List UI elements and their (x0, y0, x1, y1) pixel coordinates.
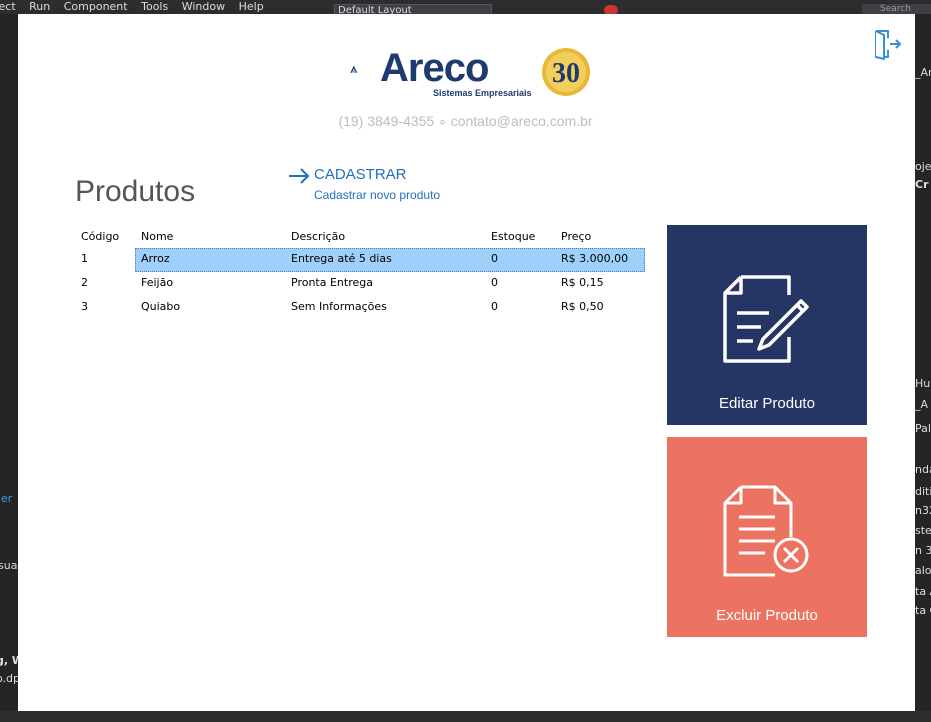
ide-right-fragment: ster (915, 524, 931, 537)
contact-line: (19) 3849-4355 ∘ contato@areco.com.br (338, 113, 593, 129)
edit-product-button[interactable]: Editar Produto (667, 225, 867, 425)
page-title: Produtos (75, 175, 196, 208)
cell-codigo: 3 (81, 300, 88, 313)
cell-nome: Quiabo (141, 300, 181, 313)
ide-right-fragment: alog (915, 564, 931, 577)
ide-bottom-strip (0, 711, 931, 722)
edit-product-label: Editar Produto (719, 395, 815, 412)
ide-menu: Project Run Component Tools Window Help (0, 0, 274, 13)
ide-right-fragment: Pal (915, 422, 931, 435)
column-header-preco[interactable]: Preço (561, 230, 591, 243)
arrow-right-icon (289, 168, 310, 184)
edit-document-icon (723, 275, 809, 363)
cell-nome: Feijão (141, 276, 174, 289)
grid-header-row: Código Nome Descrição Estoque Preço (75, 228, 645, 248)
ide-right-fragment: _Ar (915, 66, 931, 79)
cell-preco: R$ 3.000,00 (561, 252, 629, 265)
logo-name: Areco (380, 46, 489, 90)
ide-left-fragment: ner (0, 492, 13, 505)
ide-right-fragment: n 3 (915, 544, 931, 557)
cadastrar-sublabel: Cadastrar novo produto (314, 188, 441, 202)
ide-menu-run[interactable]: Run (29, 0, 50, 13)
exit-icon[interactable] (872, 28, 902, 60)
ide-right-fragment: oje (915, 160, 931, 173)
cell-estoque: 0 (491, 276, 498, 289)
logo-badge-text: 30 (552, 58, 580, 89)
cell-nome: Arroz (141, 252, 170, 265)
ide-right-fragment: n32 (915, 504, 931, 517)
column-header-nome[interactable]: Nome (141, 230, 173, 243)
ide-left-fragment: g, W (0, 654, 18, 667)
products-grid[interactable]: Código Nome Descrição Estoque Preço 1 Ar… (75, 228, 645, 320)
cell-codigo: 1 (81, 252, 88, 265)
cell-descricao: Pronta Entrega (291, 276, 373, 289)
table-row[interactable]: 1 Arroz Entrega até 5 dias 0 R$ 3.000,00 (75, 248, 645, 272)
cell-estoque: 0 (491, 252, 498, 265)
ide-left-fragment: o.dp (0, 672, 18, 685)
column-header-descricao[interactable]: Descrição (291, 230, 345, 243)
ide-right-fragment: nda (915, 463, 931, 476)
ide-right-fragment: Cr (915, 178, 929, 191)
delete-product-label: Excluir Produto (716, 607, 818, 624)
column-header-codigo[interactable]: Código (81, 230, 119, 243)
delete-document-icon (723, 485, 809, 577)
cell-descricao: Sem Informações (291, 300, 387, 313)
ide-right-fragment: _A (915, 398, 929, 411)
ide-menu-component[interactable]: Component (64, 0, 128, 13)
cell-preco: R$ 0,50 (561, 300, 604, 313)
cadastrar-label: CADASTRAR (314, 166, 407, 183)
ide-right-fragment: ta A (915, 585, 931, 598)
ide-menubar: Project Run Component Tools Window Help … (0, 0, 931, 18)
column-header-estoque[interactable]: Estoque (491, 230, 535, 243)
ide-right-fragment: ta C (915, 604, 931, 617)
ide-menu-project[interactable]: Project (0, 0, 16, 13)
cell-estoque: 0 (491, 300, 498, 313)
cell-codigo: 2 (81, 276, 88, 289)
ide-left-fragment: sual (0, 559, 18, 572)
logo-30-badge: 30 (542, 48, 590, 96)
table-row[interactable]: 3 Quiabo Sem Informações 0 R$ 0,50 (75, 296, 645, 320)
cell-descricao: Entrega até 5 dias (291, 252, 392, 265)
logo-tagline: Sistemas Empresariais (433, 88, 532, 98)
ide-menu-help[interactable]: Help (239, 0, 264, 13)
cell-preco: R$ 0,15 (561, 276, 604, 289)
ide-right-fragment: diti (915, 485, 931, 498)
ide-menu-tools[interactable]: Tools (141, 0, 168, 13)
delete-product-button[interactable]: Excluir Produto (667, 437, 867, 637)
ide-menu-window[interactable]: Window (182, 0, 225, 13)
ide-right-fragment: Hul (915, 377, 931, 390)
table-row[interactable]: 2 Feijão Pronta Entrega 0 R$ 0,15 (75, 272, 645, 296)
